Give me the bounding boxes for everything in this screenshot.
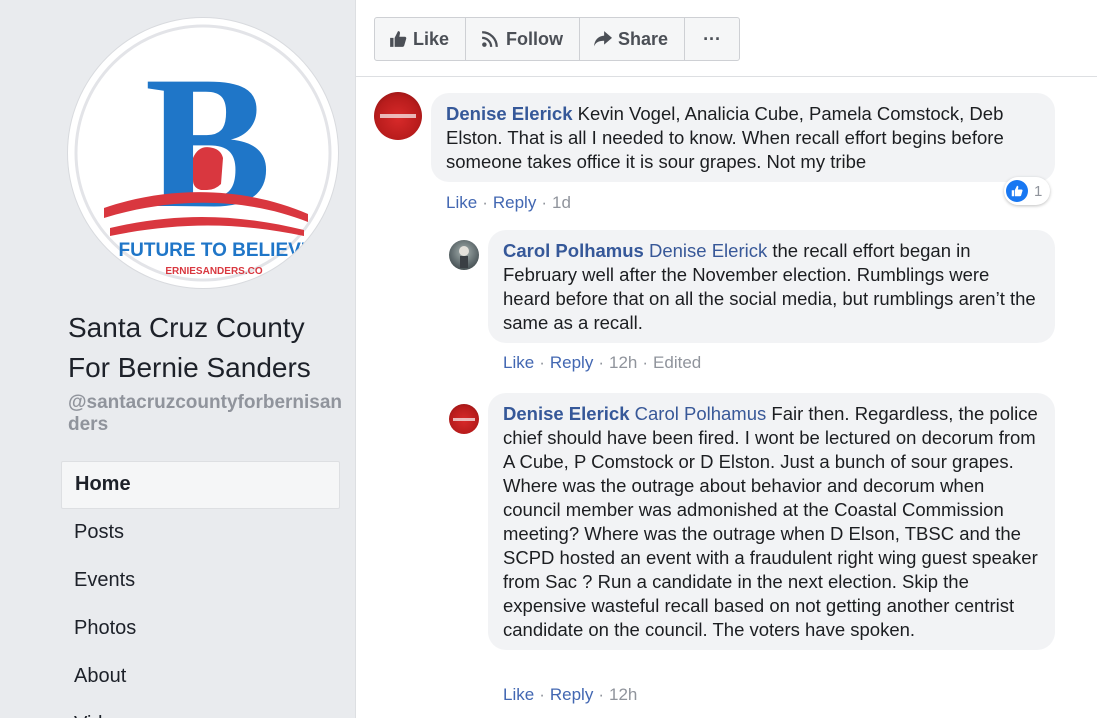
reply-avatar[interactable] [449, 404, 479, 434]
reply-like-link[interactable]: Like [503, 685, 534, 704]
page-title-line2: For Bernie Sanders [68, 352, 311, 383]
logo-url: ERNIESANDERS.CO [165, 266, 262, 277]
comment-like-link[interactable]: Like [446, 193, 477, 212]
share-arrow-icon [594, 31, 613, 47]
comment-bubble: Denise Elerick Kevin Vogel, Analicia Cub… [431, 93, 1055, 182]
reply-actions: Like · Reply · 12h · Edited [503, 353, 702, 372]
reply-mention-link[interactable]: Denise Elerick [649, 240, 767, 261]
reply-author-link[interactable]: Denise Elerick [503, 403, 630, 424]
reply-edited-label[interactable]: Edited [653, 353, 701, 372]
person-photo-avatar-image [459, 246, 469, 268]
more-options-icon: ··· [703, 28, 722, 49]
reply-timestamp[interactable]: 12h [609, 685, 637, 704]
reply-reply-link[interactable]: Reply [550, 685, 593, 704]
reaction-count: 1 [1034, 182, 1043, 200]
red-hat-avatar-image [380, 114, 416, 118]
action-bar-divider [356, 76, 1097, 77]
reply-like-link[interactable]: Like [503, 353, 534, 372]
like-reaction-icon [1006, 180, 1028, 202]
follow-page-button[interactable]: Follow [466, 18, 581, 60]
nav-item-home[interactable]: Home [61, 461, 340, 509]
nav-item-about[interactable]: About [61, 653, 340, 701]
nav-item-videos[interactable]: Videos [61, 701, 340, 718]
reply-actions: Like · Reply · 12h [503, 685, 638, 704]
logo-letter: B [145, 38, 272, 248]
comment-author-link[interactable]: Denise Elerick [446, 103, 573, 124]
reply-author-link[interactable]: Carol Polhamus [503, 240, 644, 261]
reply-reply-link[interactable]: Reply [550, 353, 593, 372]
like-page-button[interactable]: Like [375, 18, 467, 60]
comment-reaction-count[interactable]: 1 [1004, 177, 1051, 205]
reply-avatar[interactable] [449, 240, 479, 270]
reply-timestamp[interactable]: 12h [609, 353, 637, 372]
commenter-avatar[interactable] [374, 92, 422, 140]
page-sidebar: B FUTURE TO BELIEVE ERNIESANDERS.CO Sant… [0, 0, 356, 718]
red-hat-avatar-image [453, 418, 475, 421]
reply-bubble: Carol Polhamus Denise Elerick the recall… [488, 230, 1055, 343]
more-options-button[interactable]: ··· [685, 18, 739, 60]
bernie-logo: B FUTURE TO BELIEVE ERNIESANDERS.CO [74, 24, 332, 282]
page-action-bar: Like Follow Share ··· [374, 17, 741, 61]
follow-page-label: Follow [506, 28, 564, 49]
thumbs-up-icon [390, 31, 407, 47]
page-username: @santacruzcountyforbernisanders [68, 392, 343, 435]
reply-bubble: Denise Elerick Carol Polhamus Fair then.… [488, 393, 1055, 650]
page-profile-picture[interactable]: B FUTURE TO BELIEVE ERNIESANDERS.CO [68, 18, 338, 288]
comment-actions: Like · Reply · 1d [446, 193, 571, 212]
nav-item-photos[interactable]: Photos [61, 605, 340, 653]
rss-follow-icon [482, 31, 498, 48]
page-nav: Home Posts Events Photos About Videos [61, 461, 340, 718]
nav-item-posts[interactable]: Posts [61, 509, 340, 557]
share-page-button[interactable]: Share [580, 18, 686, 60]
page-title: Santa Cruz County For Bernie Sanders [68, 308, 348, 388]
comment-reply-link[interactable]: Reply [493, 193, 536, 212]
like-page-label: Like [413, 28, 450, 49]
page-title-line1: Santa Cruz County [68, 312, 305, 343]
reply-text: Fair then. Regardless, the police chief … [503, 403, 1038, 640]
share-page-label: Share [618, 28, 669, 49]
nav-item-events[interactable]: Events [61, 557, 340, 605]
comment-timestamp[interactable]: 1d [552, 193, 571, 212]
logo-tagline: FUTURE TO BELIEVE [119, 240, 314, 261]
reply-mention-link[interactable]: Carol Polhamus [635, 403, 767, 424]
